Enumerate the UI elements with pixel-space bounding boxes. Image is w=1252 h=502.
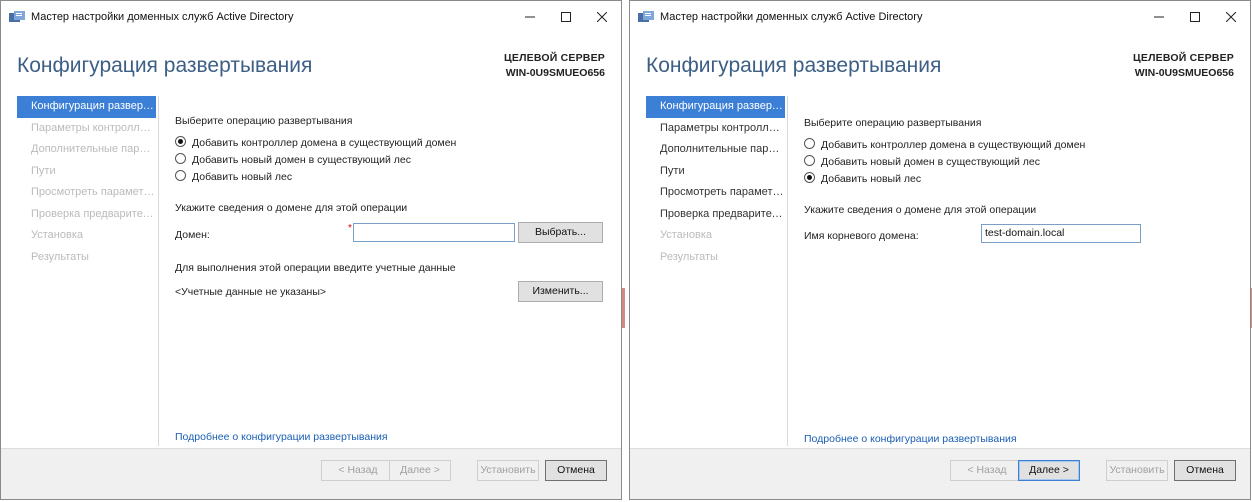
- radio-icon[interactable]: [804, 155, 815, 166]
- radio-selected-icon[interactable]: [804, 172, 815, 183]
- nav-item-additional-options: Дополнительные параметры: [31, 143, 156, 155]
- domain-input[interactable]: [353, 223, 515, 242]
- minimize-icon: [1154, 16, 1164, 18]
- wizard-window-1: Мастер настройки доменных служб Active D…: [0, 0, 622, 500]
- wizard-nav: Конфигурация развертывания Параметры кон…: [17, 96, 159, 446]
- wizard-content: Выберите операцию развертывания Добавить…: [175, 115, 607, 445]
- server-app-icon: [9, 11, 25, 22]
- title-bar[interactable]: Мастер настройки доменных служб Active D…: [630, 1, 1250, 33]
- target-server-name: WIN-0U9SMUEO656: [505, 67, 605, 79]
- page-title: Конфигурация развертывания: [646, 54, 942, 77]
- radio-selected-icon[interactable]: [175, 136, 186, 147]
- wizard-content: Выберите операцию развертывания Добавить…: [804, 115, 1236, 445]
- option-label: Добавить новый домен в существующий лес: [821, 156, 1040, 168]
- nav-item-paths[interactable]: Пути: [646, 161, 785, 183]
- install-button[interactable]: Установить: [1106, 460, 1168, 481]
- nav-item-installation: Установка: [31, 229, 83, 241]
- cancel-button[interactable]: Отмена: [545, 460, 607, 481]
- credentials-value: <Учетные данные не указаны>: [175, 286, 327, 298]
- close-icon: [596, 11, 608, 23]
- option-label: Добавить новый лес: [821, 173, 922, 185]
- maximize-button[interactable]: [549, 5, 583, 29]
- maximize-button[interactable]: [1178, 5, 1212, 29]
- option-label: Добавить новый домен в существующий лес: [192, 154, 411, 166]
- title-bar[interactable]: Мастер настройки доменных служб Active D…: [1, 1, 621, 33]
- option-label: Добавить новый лес: [192, 171, 293, 183]
- nav-item-review-options: Просмотреть параметры: [31, 186, 156, 198]
- option-new-domain[interactable]: Добавить новый домен в существующий лес: [804, 154, 1040, 170]
- nav-item-installation: Установка: [660, 229, 712, 241]
- nav-item-results: Результаты: [660, 250, 718, 263]
- minimize-icon: [525, 16, 535, 18]
- nav-item-prereq-check: Проверка предварительных требований: [31, 207, 156, 220]
- more-info-link[interactable]: Подробнее о конфигурации развертывания: [804, 433, 1017, 445]
- target-server-label: ЦЕЛЕВОЙ СЕРВЕР: [1133, 52, 1234, 64]
- operation-label: Выберите операцию развертывания: [175, 115, 353, 127]
- root-domain-label: Имя корневого домена:: [804, 230, 919, 242]
- radio-icon[interactable]: [175, 170, 186, 181]
- maximize-icon: [1190, 12, 1200, 22]
- close-button[interactable]: [1214, 5, 1248, 29]
- change-credentials-button[interactable]: Изменить...: [518, 281, 603, 302]
- next-button[interactable]: Далее >: [1018, 460, 1080, 481]
- select-domain-button[interactable]: Выбрать...: [518, 222, 603, 243]
- next-button[interactable]: Далее >: [389, 460, 451, 481]
- root-domain-input[interactable]: test-domain.local: [981, 224, 1141, 243]
- more-info-link[interactable]: Подробнее о конфигурации развертывания: [175, 431, 388, 443]
- nav-item-dc-options: Параметры контроллера домена: [31, 121, 156, 134]
- maximize-icon: [561, 12, 571, 22]
- nav-item-deployment-config[interactable]: Конфигурация развертывания: [17, 96, 156, 118]
- operation-label: Выберите операцию развертывания: [804, 117, 982, 129]
- wizard-window-2: Мастер настройки доменных служб Active D…: [629, 0, 1251, 500]
- back-button[interactable]: < Назад: [950, 460, 1024, 481]
- page-title: Конфигурация развертывания: [17, 54, 313, 77]
- option-add-dc[interactable]: Добавить контроллер домена в существующи…: [175, 135, 456, 151]
- nav-item-prereq-check[interactable]: Проверка предварительных требований: [646, 204, 785, 226]
- nav-item-deployment-config[interactable]: Конфигурация развертывания: [646, 96, 785, 118]
- domain-field-label: Домен:: [175, 229, 210, 241]
- nav-item-additional-options[interactable]: Дополнительные параметры: [646, 139, 785, 161]
- wizard-footer: < Назад Далее > Установить Отмена: [630, 448, 1250, 499]
- credentials-label: Для выполнения этой операции введите уче…: [175, 262, 456, 274]
- option-add-dc[interactable]: Добавить контроллер домена в существующи…: [804, 137, 1085, 153]
- target-server-name: WIN-0U9SMUEO656: [1134, 67, 1234, 79]
- wizard-header: Конфигурация развертывания ЦЕЛЕВОЙ СЕРВЕ…: [630, 33, 1250, 93]
- domain-section-label: Укажите сведения о домене для этой опера…: [804, 204, 1037, 216]
- install-button[interactable]: Установить: [477, 460, 539, 481]
- radio-icon[interactable]: [175, 153, 186, 164]
- cancel-button[interactable]: Отмена: [1174, 460, 1236, 481]
- window-title: Мастер настройки доменных служб Active D…: [31, 11, 294, 23]
- window-title: Мастер настройки доменных служб Active D…: [660, 11, 923, 23]
- nav-item-review-options[interactable]: Просмотреть параметры: [646, 182, 785, 204]
- target-server-label: ЦЕЛЕВОЙ СЕРВЕР: [504, 52, 605, 64]
- wizard-footer: < Назад Далее > Установить Отмена: [1, 448, 621, 499]
- server-app-icon: [638, 11, 654, 22]
- option-label: Добавить контроллер домена в существующи…: [821, 139, 1086, 151]
- option-new-forest[interactable]: Добавить новый лес: [804, 171, 921, 187]
- option-new-domain[interactable]: Добавить новый домен в существующий лес: [175, 152, 411, 168]
- close-icon: [1225, 11, 1237, 23]
- option-label: Добавить контроллер домена в существующи…: [192, 137, 457, 149]
- back-button[interactable]: < Назад: [321, 460, 395, 481]
- close-button[interactable]: [585, 5, 619, 29]
- nav-item-paths: Пути: [31, 164, 56, 177]
- radio-icon[interactable]: [804, 138, 815, 149]
- wizard-nav: Конфигурация развертывания Параметры кон…: [646, 96, 788, 446]
- option-new-forest[interactable]: Добавить новый лес: [175, 169, 292, 185]
- wizard-header: Конфигурация развертывания ЦЕЛЕВОЙ СЕРВЕ…: [1, 33, 621, 93]
- nav-item-results: Результаты: [31, 250, 89, 263]
- required-mark: *: [348, 223, 352, 234]
- minimize-button[interactable]: [513, 5, 547, 29]
- domain-section-label: Укажите сведения о домене для этой опера…: [175, 202, 408, 214]
- minimize-button[interactable]: [1142, 5, 1176, 29]
- nav-item-dc-options[interactable]: Параметры контроллера домена: [646, 118, 785, 140]
